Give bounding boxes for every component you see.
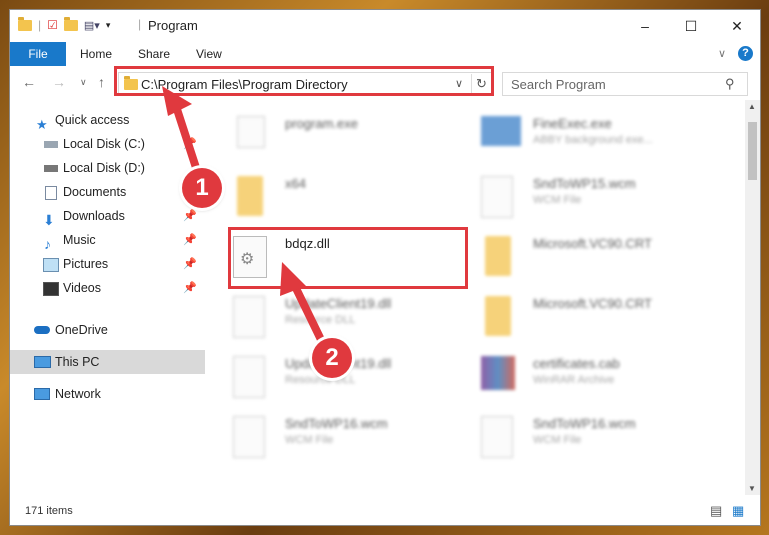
exe-icon — [237, 116, 265, 148]
cloud-icon — [34, 326, 50, 334]
file-icon — [481, 416, 513, 458]
back-icon[interactable]: ← — [22, 74, 36, 90]
properties-icon[interactable]: ☑ — [47, 18, 58, 32]
list-item[interactable]: SndToWP15.wcm WCM File — [473, 170, 713, 226]
qat-dropdown-icon[interactable]: ▾ — [106, 20, 111, 31]
network-icon — [34, 388, 50, 400]
maximize-button[interactable]: ☐ — [668, 10, 714, 42]
search-input[interactable]: Search Program ⚲ — [502, 72, 748, 96]
pin-icon[interactable]: 📌 — [183, 276, 197, 300]
list-item[interactable]: SndToWP16.wcm WCM File — [473, 410, 713, 466]
forward-icon[interactable]: → — [52, 74, 66, 90]
up-icon[interactable]: ↑ — [98, 74, 105, 90]
window-title: Program — [148, 18, 198, 33]
computer-icon — [34, 356, 51, 368]
sidebar-item-this-pc[interactable]: This PC — [10, 350, 205, 374]
step-2-badge: 2 — [312, 338, 352, 378]
list-item[interactable]: FineExec.exe ABBY background exe... — [473, 110, 713, 166]
file-list: program.exe FineExec.exe ABBY background… — [205, 100, 745, 495]
customize-icon[interactable]: ▤▾ — [84, 19, 100, 32]
pin-icon[interactable]: 📌 — [183, 204, 197, 228]
tab-home[interactable]: Home — [80, 42, 112, 66]
details-view-icon[interactable]: ▤ — [710, 503, 722, 519]
scroll-thumb[interactable] — [748, 122, 757, 180]
folder-icon — [485, 296, 511, 336]
separator-icon: | — [38, 18, 42, 32]
search-placeholder: Search Program — [511, 77, 606, 92]
list-item[interactable]: x64 — [225, 170, 465, 226]
list-item[interactable]: certificates.cab WinRAR Archive — [473, 350, 713, 406]
download-icon: ⬇ — [43, 212, 55, 228]
scroll-up-icon[interactable]: ▲ — [748, 102, 756, 111]
scroll-down-icon[interactable]: ▼ — [748, 484, 756, 493]
sidebar-item-network[interactable]: Network — [10, 382, 205, 406]
archive-icon — [481, 356, 515, 390]
sidebar-item-pictures[interactable]: Pictures 📌 — [10, 252, 205, 276]
file-icon — [233, 416, 265, 458]
drive-icon — [44, 165, 58, 172]
sidebar-item-downloads[interactable]: ⬇ Downloads 📌 — [10, 204, 205, 228]
sidebar-item-local-disk-d[interactable]: Local Disk (D:) — [10, 156, 205, 180]
step-1-badge: 1 — [182, 168, 222, 208]
sidebar-item-videos[interactable]: Videos 📌 — [10, 276, 205, 300]
sidebar-item-documents[interactable]: Documents — [10, 180, 205, 204]
title-bar: | ☑ ▤▾ ▾ | Program – ☐ ✕ — [10, 10, 760, 42]
tab-share[interactable]: Share — [138, 42, 170, 66]
pictures-icon — [43, 258, 59, 272]
minimize-button[interactable]: – — [622, 10, 668, 42]
folder-icon — [18, 16, 32, 31]
list-item[interactable]: program.exe — [225, 110, 465, 166]
videos-icon — [43, 282, 59, 296]
sidebar-item-music[interactable]: ♪ Music 📌 — [10, 228, 205, 252]
star-icon: ★ — [36, 117, 48, 132]
file-icon — [481, 176, 513, 218]
drive-icon — [44, 141, 58, 148]
recent-dropdown-icon[interactable]: ∨ — [80, 77, 87, 88]
status-bar: 171 items ▤ ▦ — [10, 500, 760, 525]
vertical-scrollbar[interactable]: ▲ ▼ — [745, 100, 760, 495]
item-count: 171 items — [25, 505, 73, 517]
tab-file[interactable]: File — [10, 42, 66, 66]
new-folder-icon[interactable] — [63, 16, 78, 31]
navigation-pane: ★ Quick access Local Disk (C:) 📌 Local D… — [10, 100, 205, 495]
pin-icon[interactable]: 📌 — [183, 252, 197, 276]
folder-icon — [485, 236, 511, 276]
pin-icon[interactable]: 📌 — [183, 132, 197, 156]
help-icon[interactable]: ? — [738, 46, 753, 61]
documents-icon — [45, 186, 57, 200]
large-icons-view-icon[interactable]: ▦ — [732, 503, 744, 519]
address-highlight — [114, 66, 494, 96]
sidebar-item-onedrive[interactable]: OneDrive — [10, 318, 205, 342]
gear-icon — [233, 356, 265, 398]
list-item[interactable]: Microsoft.VC90.CRT — [473, 290, 713, 346]
sidebar-item-local-disk-c[interactable]: Local Disk (C:) 📌 — [10, 132, 205, 156]
tab-view[interactable]: View — [196, 42, 222, 66]
list-item[interactable]: SndToWP16.wcm WCM File — [225, 410, 465, 466]
close-button[interactable]: ✕ — [714, 10, 760, 42]
quick-access-toolbar: | ☑ ▤▾ ▾ — [18, 16, 111, 32]
sidebar-item-quick-access[interactable]: ★ Quick access — [10, 108, 205, 132]
ribbon-tabs: File Home Share View ∨ ? — [10, 42, 760, 67]
ribbon-expand-icon[interactable]: ∨ — [718, 47, 726, 60]
folder-icon — [237, 176, 263, 216]
gear-icon — [233, 296, 265, 338]
file-highlight — [228, 227, 468, 289]
search-icon[interactable]: ⚲ — [725, 76, 735, 92]
separator-icon: | — [138, 17, 142, 31]
list-item[interactable]: UpdateClient19.dll Resource DLL — [225, 290, 465, 346]
pin-icon[interactable]: 📌 — [183, 228, 197, 252]
music-icon: ♪ — [44, 236, 51, 252]
exe-icon — [481, 116, 521, 146]
list-item[interactable]: Microsoft.VC90.CRT — [473, 230, 713, 286]
